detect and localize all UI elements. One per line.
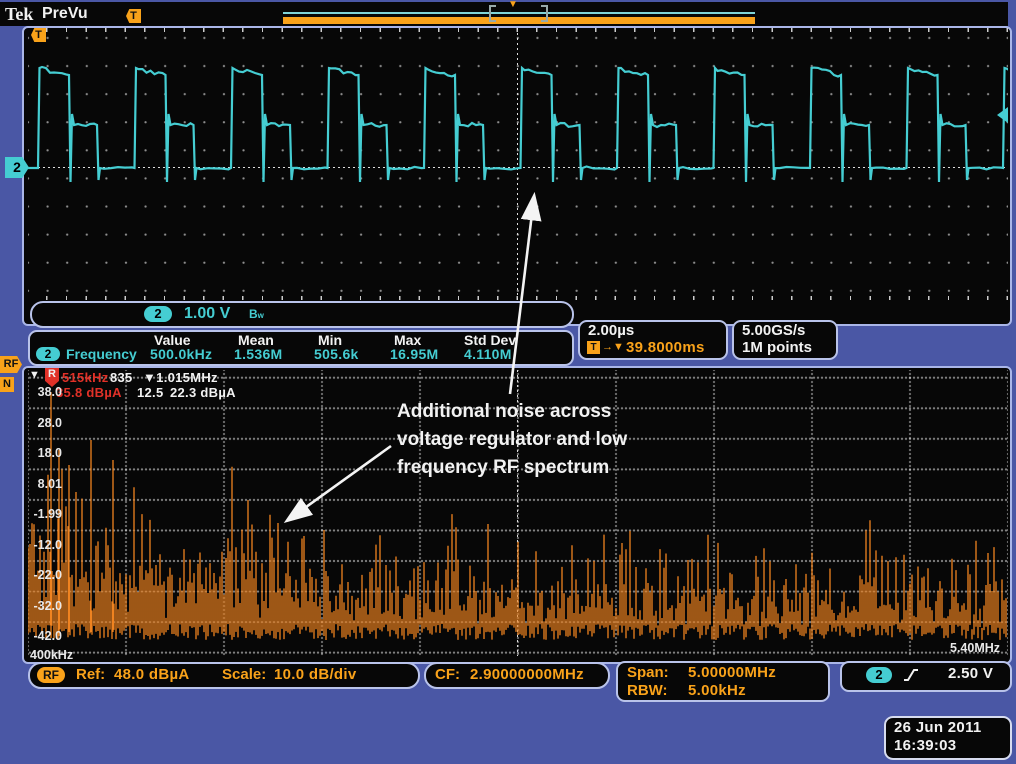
- ref-level-label: Ref:: [76, 666, 105, 683]
- annotation-line-3: frequency RF spectrum: [397, 454, 627, 482]
- rf-channel-tag[interactable]: RF: [0, 356, 22, 373]
- trigger-delay-value: 39.8000ms: [626, 339, 705, 356]
- channel2-badge[interactable]: 2: [144, 306, 172, 322]
- rising-edge-icon: [902, 667, 920, 683]
- rf-normal-trace-tag[interactable]: N: [0, 377, 14, 392]
- rf-y-label: -22.0: [34, 568, 63, 582]
- rf-y-axis-labels: 38.0 28.0 18.0 8.01 -1.99 -12.0 -22.0 -32.0 -42.…: [24, 370, 64, 656]
- ref-marker-amp: 35.8 dBµA: [56, 385, 122, 400]
- ref-marker-freq: 515kHz: [62, 370, 109, 385]
- datetime-box: 26 Jun 2011 16:39:03: [884, 716, 1012, 760]
- trigger-t-badge: T: [587, 341, 600, 354]
- span-rbw-box[interactable]: Span: 5.00000MHz RBW: 5.00kHz: [616, 661, 830, 702]
- oscilloscope-screen: { "header": { "brand": "Tek", "mode": "P…: [0, 0, 1016, 764]
- rf-ref-scale-box[interactable]: RF Ref: 48.0 dBµA Scale: 10.0 dB/div: [28, 662, 420, 689]
- rf-y-label: -32.0: [34, 599, 63, 613]
- measurement-box[interactable]: Value Mean Min Max Std Dev 2 Frequency 5…: [28, 330, 574, 366]
- acquisition-mode-label: PreVu: [42, 5, 88, 23]
- partial-marker-amp: 12.5: [137, 385, 164, 400]
- cf-value: 2.90000000MHz: [470, 666, 584, 683]
- annotation-line-1: Additional noise across: [397, 398, 627, 426]
- zoom-window-bar[interactable]: [283, 17, 755, 24]
- bandwidth-limit-icon: Bw: [249, 307, 264, 321]
- meas-row-value: 500.0kHz: [150, 346, 212, 362]
- brand-logo: Tek: [5, 4, 33, 25]
- delta-marker-readout: ▼1.015MHz: [143, 370, 218, 385]
- meas-row-channel-badge: 2: [36, 347, 60, 361]
- rf-y-label: 8.01: [38, 477, 62, 491]
- waveform-overview-trace: [283, 12, 755, 14]
- delta-marker-amp: 22.3 dBµA: [170, 385, 236, 400]
- record-length: 1M points: [742, 339, 812, 356]
- bracket-right-icon[interactable]: [541, 5, 548, 22]
- trigger-position-marker-icon[interactable]: ▼: [508, 0, 518, 10]
- trigger-box[interactable]: 2 2.50 V: [840, 661, 1012, 692]
- rbw-label: RBW:: [627, 682, 668, 699]
- annotation-line-2: voltage regulator and low: [397, 426, 627, 454]
- rf-y-label: -1.99: [34, 507, 63, 521]
- time-value: 16:39:03: [894, 737, 956, 754]
- bracket-left-icon[interactable]: [489, 5, 496, 22]
- rf-x-start-label: 400kHz: [30, 648, 73, 662]
- rf-y-label: 18.0: [38, 446, 62, 460]
- rf-x-end-label: 5.40MHz: [950, 641, 1000, 655]
- meas-row-mean: 1.536M: [234, 346, 283, 362]
- partial-marker-freq: 835: [110, 370, 133, 385]
- sample-rate: 5.00GS/s: [742, 322, 805, 339]
- rf-scale-value: 10.0 dB/div: [274, 666, 357, 683]
- cf-label: CF:: [435, 666, 460, 683]
- meas-row-name: Frequency: [66, 346, 137, 362]
- annotation-text: Additional noise across voltage regulato…: [397, 398, 627, 482]
- horizontal-scale: 2.00µs: [588, 322, 634, 339]
- rf-y-label: -12.0: [34, 538, 63, 552]
- channel2-waveform-trace: [28, 28, 1008, 300]
- meas-row-min: 505.6k: [314, 346, 359, 362]
- channel2-scale-value: 1.00 V: [184, 305, 230, 323]
- trigger-delay-prefix-icon: →▼: [602, 341, 624, 353]
- acquisition-box[interactable]: 5.00GS/s 1M points: [732, 320, 838, 360]
- rf-y-label: -42.0: [34, 629, 63, 643]
- span-label: Span:: [627, 664, 669, 681]
- horizontal-settings-box[interactable]: 2.00µs T →▼ 39.8000ms: [578, 320, 728, 360]
- rf-scale-label: Scale:: [222, 666, 266, 683]
- rf-y-label: 38.0: [38, 385, 62, 399]
- span-value: 5.00000MHz: [688, 664, 776, 681]
- ref-level-value: 48.0 dBµA: [114, 666, 190, 683]
- center-frequency-box[interactable]: CF: 2.90000000MHz: [424, 662, 610, 689]
- meas-row-stddev: 4.110M: [464, 346, 512, 362]
- channel2-scale-bar[interactable]: 2 1.00 V Bw: [30, 301, 574, 328]
- rf-y-label: 28.0: [38, 416, 62, 430]
- date-value: 26 Jun 2011: [894, 719, 982, 736]
- trigger-level-value: 2.50 V: [948, 665, 993, 682]
- meas-row-max: 16.95M: [390, 346, 439, 362]
- trigger-channel-badge: 2: [866, 667, 892, 683]
- rbw-value: 5.00kHz: [688, 682, 746, 699]
- rf-badge: RF: [37, 667, 65, 683]
